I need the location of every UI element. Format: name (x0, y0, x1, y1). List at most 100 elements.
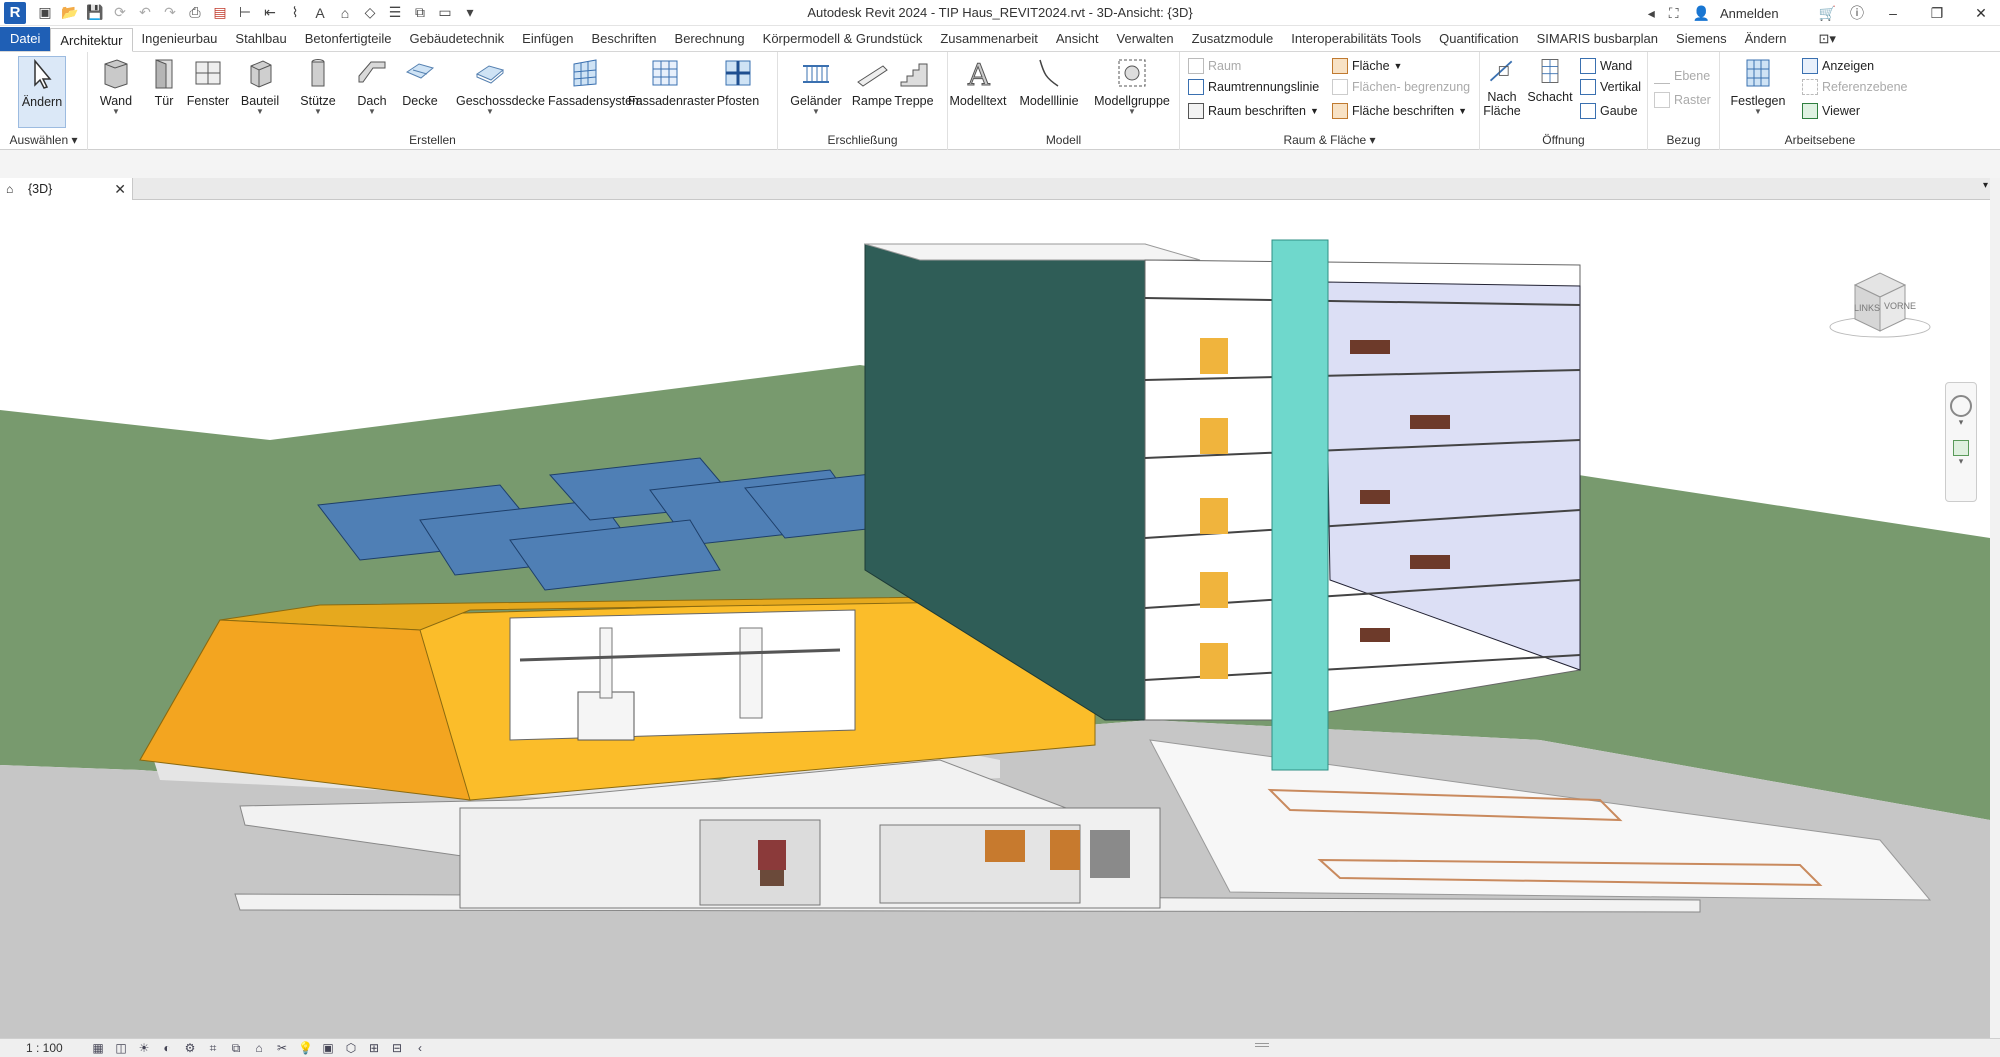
undo-icon[interactable]: ↶ (134, 3, 156, 23)
horizontal-scrollbar-grip[interactable] (1255, 1043, 1269, 1047)
tab-gebaeudetechnik[interactable]: Gebäudetechnik (400, 27, 513, 51)
window-button[interactable]: Fenster (178, 56, 238, 108)
floor-button[interactable]: Geschossdecke ▼ (456, 56, 545, 116)
zoom-dropdown-icon[interactable]: ▾ (1946, 456, 1976, 467)
measure-icon[interactable]: ⊢ (234, 3, 256, 23)
scroll-left-icon[interactable]: ‹ (413, 1041, 427, 1055)
tab-ansicht[interactable]: Ansicht (1047, 27, 1108, 51)
viewcube[interactable]: LINKS VORNE (1820, 265, 1940, 345)
tab-berechnung[interactable]: Berechnung (666, 27, 754, 51)
section-icon[interactable]: ◇ (359, 3, 381, 23)
save-icon[interactable]: 💾 (84, 3, 106, 23)
tab-siemens[interactable]: Siemens (1667, 27, 1736, 51)
aligned-dimension-icon[interactable]: ⇤ (259, 3, 281, 23)
steering-wheel-icon[interactable] (1950, 395, 1972, 417)
grid-button[interactable]: Raster (1654, 92, 1711, 108)
column-button[interactable]: Stütze ▼ (288, 56, 348, 116)
switch-windows-icon[interactable]: ▭ (434, 3, 456, 23)
steering-wheel-dropdown-icon[interactable]: ▾ (1946, 417, 1976, 428)
binoculars-icon[interactable]: ⛶ (1665, 5, 1683, 22)
pdf-icon[interactable]: ▤ (209, 3, 231, 23)
sign-in-link[interactable]: Anmelden (1720, 6, 1809, 21)
tab-koerpermodell[interactable]: Körpermodell & Grundstück (754, 27, 932, 51)
stair-button[interactable]: Treppe (884, 56, 944, 108)
room-button[interactable]: Raum (1188, 58, 1241, 74)
tab-ingenieurbau[interactable]: Ingenieurbau (133, 27, 227, 51)
tab-betonfertigteile[interactable]: Betonfertigteile (296, 27, 401, 51)
tab-zusammenarbeit[interactable]: Zusammenarbeit (931, 27, 1047, 51)
tab-verwalten[interactable]: Verwalten (1108, 27, 1183, 51)
rendering-icon[interactable]: ⚙ (183, 1041, 197, 1055)
reference-plane-button[interactable]: Referenzebene (1802, 79, 1907, 95)
mullion-button[interactable]: Pfosten (708, 56, 768, 108)
close-hidden-windows-icon[interactable]: ⧉ (409, 3, 431, 23)
help-icon[interactable]: ⓘ (1846, 3, 1868, 23)
ribbon-options-icon[interactable]: ⊡▾ (1810, 27, 1845, 51)
group-label-select[interactable]: Auswählen ▾ (0, 133, 87, 147)
lock-3d-view-icon[interactable]: ⌂ (252, 1041, 266, 1055)
by-face-button[interactable]: Nach Fläche (1480, 56, 1524, 118)
shaft-button[interactable]: Schacht (1526, 56, 1574, 104)
restore-button[interactable]: ❐ (1918, 0, 1956, 26)
sync-icon[interactable]: ⟳ (109, 3, 131, 23)
tag-icon[interactable]: ⌇ (284, 3, 306, 23)
tag-area-button[interactable]: Fläche beschriften ▼ (1332, 103, 1467, 119)
redo-icon[interactable]: ↷ (159, 3, 181, 23)
level-button[interactable]: Ebene (1654, 68, 1710, 84)
tab-stahlbau[interactable]: Stahlbau (226, 27, 295, 51)
viewcube-left-face[interactable]: LINKS (1854, 303, 1880, 313)
temporary-hide-icon[interactable]: ✂ (275, 1041, 289, 1055)
dormer-opening-button[interactable]: Gaube (1580, 103, 1638, 119)
crop-view-icon[interactable]: ⌗ (206, 1041, 220, 1055)
default-3d-view-icon[interactable]: ⌂ (334, 3, 356, 23)
tab-aendern[interactable]: Ändern (1736, 27, 1796, 51)
arrow-left-icon[interactable]: ◂ (1644, 5, 1659, 22)
close-window-button[interactable]: ✕ (1962, 0, 2000, 26)
wall-opening-button[interactable]: Wand (1580, 58, 1632, 74)
vertical-opening-button[interactable]: Vertikal (1580, 79, 1641, 95)
3d-view-canvas[interactable] (0, 200, 1990, 1038)
model-line-button[interactable]: Modelllinie (1016, 56, 1082, 108)
tab-simaris[interactable]: SIMARIS busbarplan (1528, 27, 1667, 51)
sun-path-icon[interactable]: ☀ (137, 1041, 151, 1055)
tab-interoperabilitaet[interactable]: Interoperabilitäts Tools (1282, 27, 1430, 51)
text-icon[interactable]: A (309, 3, 331, 23)
show-work-plane-button[interactable]: Anzeigen (1802, 58, 1874, 74)
curtain-system-button[interactable]: Fassadensystem (548, 56, 642, 108)
tab-beschriften[interactable]: Beschriften (582, 27, 665, 51)
reveal-constraints-icon[interactable]: ⊟ (390, 1041, 404, 1055)
cart-icon[interactable]: 🛒 (1815, 5, 1840, 22)
tab-architektur[interactable]: Architektur (50, 28, 133, 52)
close-view-icon[interactable]: ✕ (114, 181, 126, 198)
open-icon[interactable]: 📂 (59, 3, 81, 23)
temporary-view-properties-icon[interactable]: ▣ (321, 1041, 335, 1055)
shadows-icon[interactable]: ◐ (160, 1041, 174, 1055)
area-boundary-button[interactable]: Flächen- begrenzung (1332, 79, 1470, 95)
home-icon[interactable]: ▣ (34, 3, 56, 23)
user-icon[interactable]: 👤 (1689, 5, 1714, 22)
print-icon[interactable]: ⎙ (184, 3, 206, 23)
visual-style-icon[interactable]: ◫ (114, 1041, 128, 1055)
tab-datei[interactable]: Datei (0, 27, 51, 51)
highlight-displacement-icon[interactable]: ⊞ (367, 1041, 381, 1055)
curtain-grid-button[interactable]: Fassadenraster (628, 56, 715, 108)
building-model[interactable] (0, 200, 1990, 1038)
model-text-button[interactable]: A Modelltext (948, 56, 1008, 109)
detail-level-icon[interactable]: ▦ (91, 1041, 105, 1055)
view-tab-3d[interactable]: ⌂ {3D} ✕ (0, 178, 133, 200)
view-tab-menu-icon[interactable]: ▾ (1983, 180, 1988, 191)
reveal-hidden-icon[interactable]: 💡 (298, 1041, 313, 1055)
tag-room-button[interactable]: Raum beschriften ▼ (1188, 103, 1319, 119)
set-work-plane-button[interactable]: Festlegen ▼ (1728, 56, 1788, 116)
thin-lines-icon[interactable]: ☰ (384, 3, 406, 23)
show-crop-region-icon[interactable]: ⧉ (229, 1041, 243, 1055)
revit-logo-icon[interactable]: R (4, 1, 26, 24)
viewer-button[interactable]: Viewer (1802, 103, 1860, 119)
tab-quantification[interactable]: Quantification (1430, 27, 1528, 51)
area-button[interactable]: Fläche ▼ (1332, 58, 1402, 74)
minimize-button[interactable]: – (1874, 0, 1912, 26)
group-label-room-area[interactable]: Raum & Fläche ▾ (1180, 133, 1479, 147)
room-separator-button[interactable]: Raumtrennungslinie (1188, 79, 1319, 95)
railing-button[interactable]: Geländer ▼ (786, 56, 846, 116)
component-button[interactable]: Bauteil ▼ (230, 56, 290, 116)
